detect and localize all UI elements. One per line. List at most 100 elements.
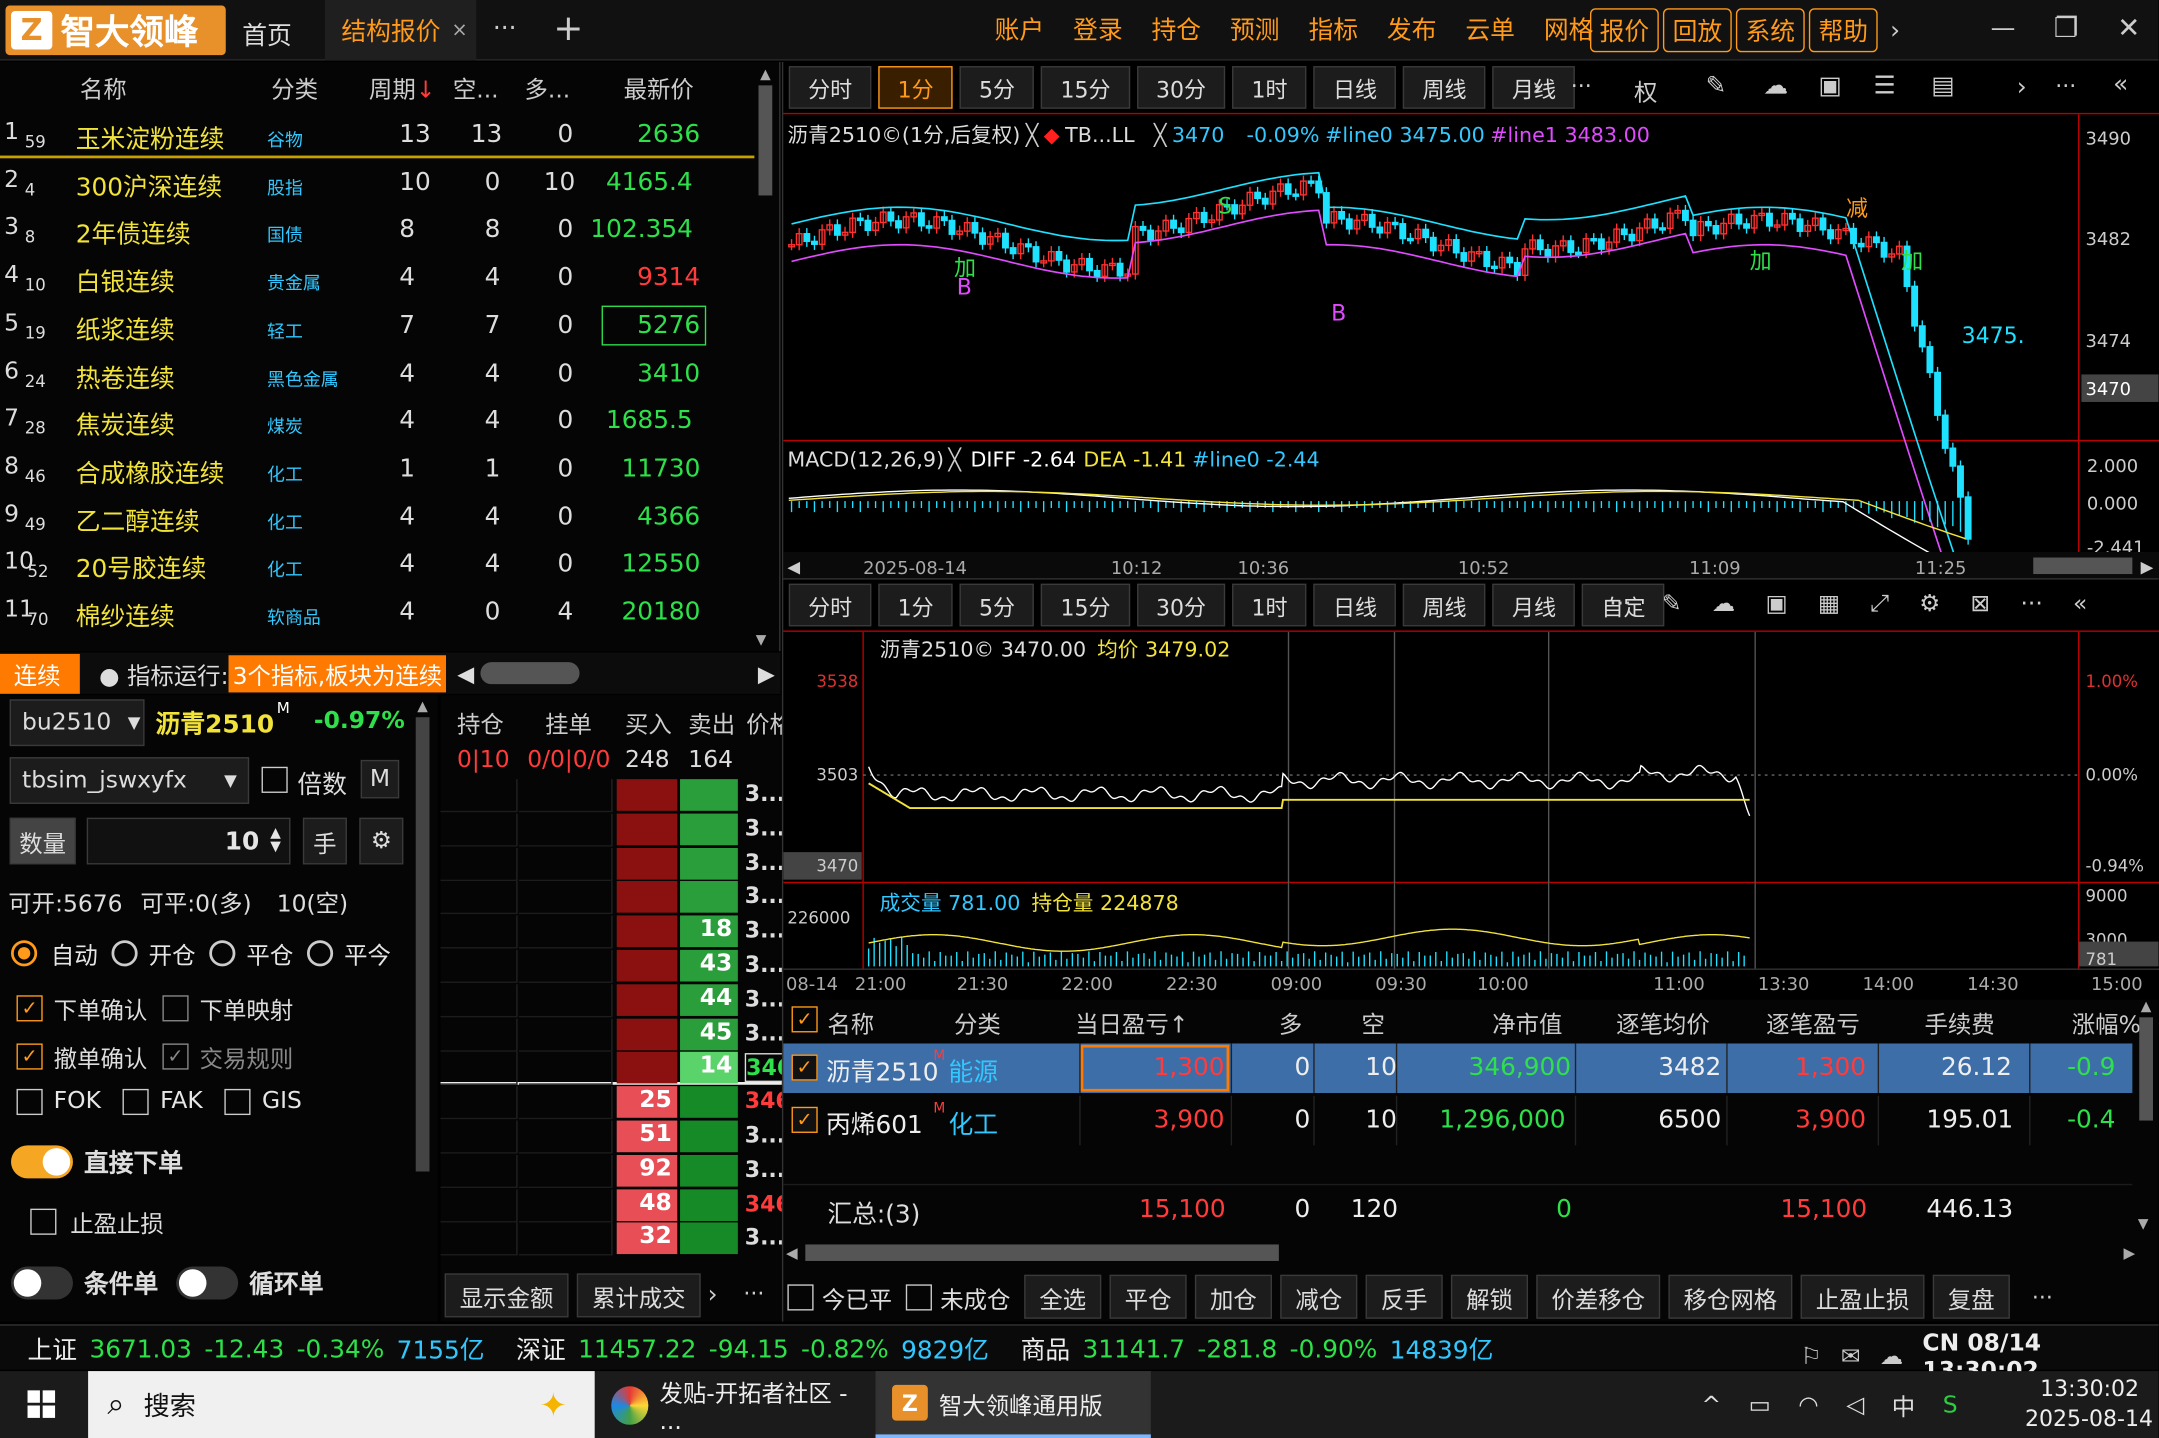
pos-col-header[interactable]: 逐笔均价 xyxy=(1616,1005,1710,1040)
period-tab[interactable]: 1时 xyxy=(1232,583,1307,627)
list-scrollbar[interactable]: ▲ xyxy=(756,67,775,645)
period-tab[interactable]: 月线 xyxy=(1492,583,1576,627)
tray-time[interactable]: 13:30:02 xyxy=(2040,1375,2139,1401)
flag-icon[interactable]: ⚐ xyxy=(1801,1344,1822,1372)
window-icon[interactable]: ⊠ xyxy=(1971,591,1991,619)
fak-checkbox[interactable]: FAK xyxy=(122,1088,217,1115)
tab-quote[interactable]: 结构报价 × xyxy=(324,0,477,61)
period-tab[interactable]: 分时 xyxy=(788,66,872,109)
book-row[interactable]: 92 3... xyxy=(440,1154,785,1188)
chevron-right-icon[interactable]: › xyxy=(2017,73,2027,102)
fok-checkbox[interactable]: FOK xyxy=(16,1088,115,1115)
layout-icon[interactable]: ▦ xyxy=(1818,591,1840,619)
pos-action-button[interactable]: 止盈止损 xyxy=(1800,1274,1925,1319)
quote-row[interactable]: 2 4 300沪深连续 股指 10 0 10 4165.4 xyxy=(0,159,754,206)
sliders-icon[interactable]: ☰ xyxy=(1874,72,1896,101)
strip-right-arrow[interactable]: ▶ xyxy=(758,660,775,686)
x-scroll-thumb[interactable] xyxy=(2033,557,2133,575)
chevron-up-icon[interactable]: ^ xyxy=(1701,1391,1721,1419)
quote-row[interactable]: 11 70 棉纱连续 软商品 4 0 4 20180 xyxy=(0,589,754,636)
book-row[interactable]: 18 3... xyxy=(440,915,785,949)
period-tab[interactable]: 5分 xyxy=(959,66,1035,109)
ime-indicator[interactable]: 中 xyxy=(1892,1388,1915,1422)
more-icon[interactable]: ··· xyxy=(2020,591,2042,619)
maximize-icon[interactable]: ❐ xyxy=(2054,11,2079,44)
period-tab[interactable]: 1时 xyxy=(1232,66,1307,109)
pos-filter-checkbox[interactable]: 今已平 xyxy=(787,1280,892,1314)
position-row[interactable]: ✓ 丙烯601 M 化工 3,900 0 10 1,296,000 6500 3,900 195.0… xyxy=(783,1095,2132,1146)
rights-button[interactable]: 权 xyxy=(1634,73,1657,108)
pos-col-header[interactable]: 分类 xyxy=(954,1005,1001,1040)
menu-system[interactable]: 系统 xyxy=(1735,8,1805,53)
multiplier-checkbox[interactable] xyxy=(261,766,288,793)
m-button[interactable]: M xyxy=(360,759,400,799)
chevron-right-icon[interactable]: › xyxy=(1890,16,1900,45)
qty-input[interactable]: 10 ▲ ▼ xyxy=(86,817,291,865)
h-scrollbar[interactable]: ◀ ▶ xyxy=(786,1242,2135,1264)
gear-icon[interactable]: ⚙ xyxy=(1919,591,1940,619)
volume-icon[interactable]: ◁ xyxy=(1846,1391,1864,1419)
menu-replay[interactable]: 回放 xyxy=(1662,8,1732,53)
gis-checkbox[interactable]: GIS xyxy=(224,1088,302,1115)
scroll-down-icon[interactable]: ▼ xyxy=(2138,1217,2149,1232)
add-tab-icon[interactable]: + xyxy=(553,8,583,49)
pos-action-button[interactable]: 价差移仓 xyxy=(1536,1274,1661,1319)
position-row[interactable]: ✓ 沥青2510 M 能源 1,300 0 10 346,900 3482 1,300 26.12 -… xyxy=(783,1043,2133,1094)
cumulative-button[interactable]: 累计成交 xyxy=(576,1273,701,1318)
connect-icon[interactable]: ☁ xyxy=(1880,1344,1903,1372)
more-icon[interactable]: ··· xyxy=(493,14,517,43)
message-icon[interactable]: ✉ xyxy=(1841,1344,1861,1372)
quote-row[interactable]: 4 10 白银连续 贵金属 4 4 0 9314 xyxy=(0,255,754,302)
taskbar-search[interactable]: ⌕ 搜索 ✦ xyxy=(88,1371,595,1438)
qty-label-button[interactable]: 数量 xyxy=(9,817,76,865)
cond-order-toggle[interactable]: 条件单 xyxy=(11,1265,158,1301)
col-cat[interactable]: 分类 xyxy=(271,70,318,105)
quote-row[interactable]: 7 28 焦炭连续 煤炭 4 4 0 1685.5 xyxy=(0,398,754,445)
pos-col-header[interactable]: 当日盈亏↑ xyxy=(1075,1005,1188,1040)
expand-icon[interactable]: ⤢ xyxy=(1870,591,1889,619)
period-tab[interactable]: 分时 xyxy=(788,583,872,627)
list-bottom-arrow[interactable]: ▼ xyxy=(756,633,767,648)
order-checkbox[interactable]: ✓ 交易规则 xyxy=(162,1039,293,1074)
chevron-right-icon[interactable]: › xyxy=(708,1280,718,1309)
quote-row[interactable]: 1 59 玉米淀粉连续 谷物 13 13 0 2636 xyxy=(0,112,755,159)
collapse-icon[interactable]: « xyxy=(2073,591,2087,619)
col-short[interactable]: 空... xyxy=(453,70,499,105)
period-tab[interactable]: 日线 xyxy=(1313,583,1397,627)
battery-icon[interactable]: ▭ xyxy=(1749,1391,1771,1419)
order-checkbox[interactable]: ✓ 下单确认 xyxy=(16,991,148,1026)
header-checkbox[interactable]: ✓ xyxy=(791,1006,818,1033)
loop-order-toggle[interactable]: 循环单 xyxy=(176,1265,324,1301)
book-row[interactable]: 44 3... xyxy=(440,983,785,1018)
order-scrollbar[interactable]: ▲ xyxy=(413,699,432,1318)
quote-row[interactable]: 8 46 合成橡胶连续 化工 1 1 0 11730 xyxy=(0,446,754,493)
col-price[interactable]: 最新价 xyxy=(624,70,694,105)
quote-row[interactable]: 3 8 2年债连续 国债 8 8 0 102.354 xyxy=(0,207,754,254)
more-icon[interactable]: ··· xyxy=(1571,73,1592,99)
menu-login[interactable]: 登录 xyxy=(1059,11,1137,47)
book-row[interactable]: 45 3... xyxy=(440,1018,785,1052)
book-row[interactable]: 51 3... xyxy=(440,1120,785,1154)
intraday-plot[interactable]: 3538350334701.00%0.00%-0.94%226000900030… xyxy=(783,631,2159,1001)
scroll-left-icon[interactable]: ◀ xyxy=(787,558,800,577)
book-row[interactable]: 25 346 xyxy=(440,1086,791,1120)
cloud-icon[interactable]: ☁ xyxy=(1712,591,1735,619)
image-icon[interactable]: ▣ xyxy=(1818,72,1841,101)
period-tab[interactable]: 15分 xyxy=(1041,66,1130,109)
pos-action-button[interactable]: 移仓网格 xyxy=(1668,1274,1793,1319)
unit-button[interactable]: 手 xyxy=(302,817,347,865)
book-row[interactable]: 14 346 xyxy=(440,1052,794,1086)
period-tab[interactable]: 1分 xyxy=(878,583,953,627)
tray-date[interactable]: 2025-08-14 xyxy=(2025,1406,2153,1432)
positions-scrollbar[interactable]: ▲ xyxy=(2135,999,2157,1247)
green-app-icon[interactable]: S xyxy=(1943,1391,1958,1419)
pos-filter-checkbox[interactable]: 未成仓 xyxy=(905,1280,1010,1314)
pos-action-button[interactable]: 全选 xyxy=(1024,1274,1102,1319)
book-row[interactable]: 32 3... xyxy=(440,1222,785,1256)
menu-publish[interactable]: 发布 xyxy=(1372,11,1450,47)
pos-action-button[interactable]: 复盘 xyxy=(1932,1274,2010,1319)
col-period[interactable]: 周期↓ xyxy=(369,70,435,105)
pos-action-button[interactable]: 平仓 xyxy=(1109,1274,1187,1319)
radio-open[interactable]: 开仓 xyxy=(111,936,195,971)
settings-icon[interactable]: ⚙ xyxy=(359,817,404,865)
